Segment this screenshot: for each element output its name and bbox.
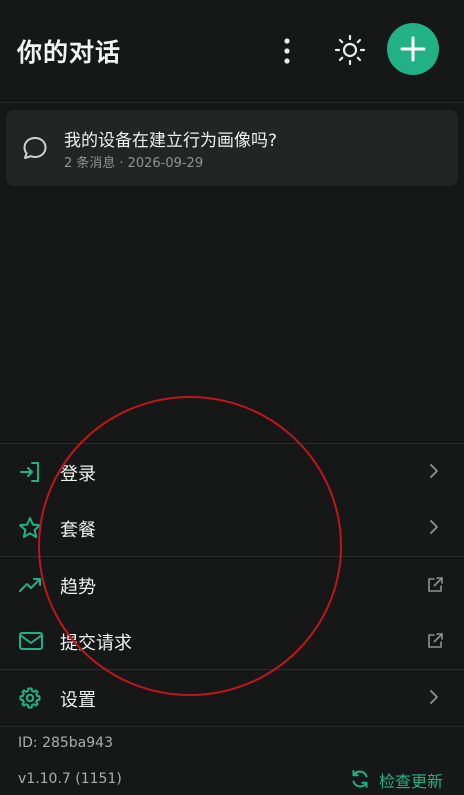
meta-separator: ·	[119, 156, 124, 171]
chat-bubble-icon	[23, 137, 47, 159]
app-version: v1.10.7 (1151)	[18, 771, 122, 787]
conversation-meta: 2 条消息 · 2026-09-29	[64, 152, 203, 171]
conversation-title: 我的设备在建立行为画像吗?	[64, 131, 278, 151]
menu-item-submit-request[interactable]: 提交请求	[0, 613, 464, 669]
refresh-icon	[352, 770, 368, 788]
chevron-right-icon	[430, 520, 438, 534]
plus-icon	[400, 36, 426, 62]
login-icon	[20, 462, 39, 482]
menu-item-label: 套餐	[60, 520, 96, 541]
message-count: 2 条消息	[64, 156, 116, 171]
external-link-icon	[428, 577, 443, 592]
page-title: 你的对话	[17, 38, 122, 67]
mail-icon	[19, 632, 43, 650]
menu-item-plans[interactable]: 套餐	[0, 500, 464, 556]
chevron-right-icon	[430, 690, 438, 704]
conversation-date: 2026-09-29	[127, 156, 204, 171]
header: 你的对话	[0, 0, 464, 103]
menu-item-label: 登录	[60, 464, 96, 485]
menu-item-label: 提交请求	[60, 633, 132, 654]
menu-item-login[interactable]: 登录	[0, 444, 464, 500]
more-options-button[interactable]	[276, 36, 298, 66]
menu-item-label: 趋势	[60, 577, 96, 598]
menu-item-label: 设置	[60, 690, 96, 711]
menu-item-settings[interactable]: 设置	[0, 670, 464, 726]
star-icon	[19, 517, 41, 538]
more-vertical-icon	[284, 38, 290, 64]
device-id: ID: 285ba943	[18, 735, 113, 751]
divider	[0, 726, 464, 727]
menu-item-trends[interactable]: 趋势	[0, 557, 464, 613]
bottom-menu: 登录 套餐 趋势 提交请求 设置	[0, 443, 464, 727]
gear-icon	[19, 687, 41, 709]
chevron-right-icon	[430, 464, 438, 478]
theme-toggle-button[interactable]	[334, 34, 366, 66]
conversation-item[interactable]: 我的设备在建立行为画像吗? 2 条消息 · 2026-09-29	[6, 110, 458, 186]
external-link-icon	[428, 633, 443, 648]
sun-icon	[334, 34, 366, 66]
new-chat-button[interactable]	[387, 23, 439, 75]
check-update-label: 检查更新	[379, 772, 444, 791]
trending-icon	[19, 578, 41, 592]
